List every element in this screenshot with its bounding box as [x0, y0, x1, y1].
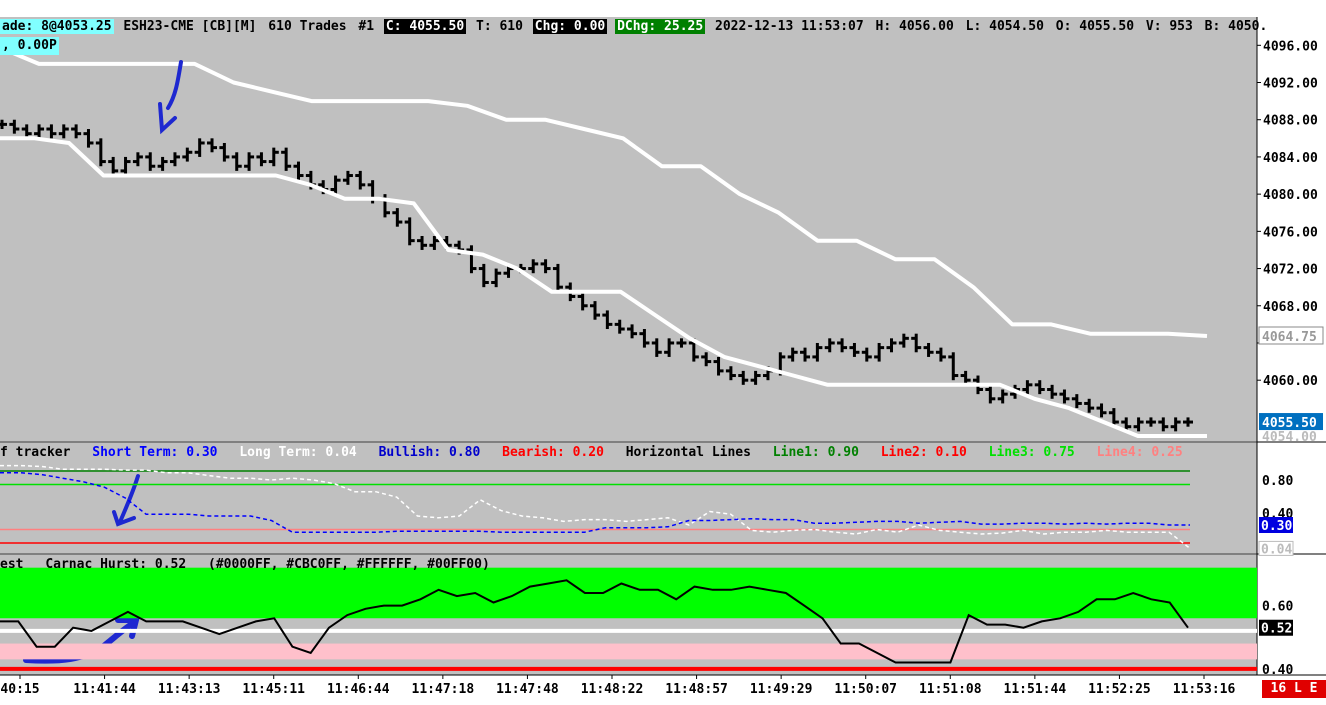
time-tick-label: 11:51:08 — [919, 682, 982, 697]
price-tick-label: 4068.00 — [1263, 300, 1318, 315]
time-tick-label: 11:41:44 — [73, 682, 136, 697]
time-tick-label: 11:46:44 — [327, 682, 390, 697]
time-tick-label: 11:52:25 — [1088, 682, 1151, 697]
time-tick-label: 11:47:48 — [496, 682, 559, 697]
last-trade-label: ade: 8@4053.25 — [0, 19, 114, 34]
symbol-label: ESH23-CME [CB][M] — [123, 19, 257, 34]
long-term-label: Long Term: 0.04 — [239, 445, 357, 460]
chart-window: 4096.00 4092.00 4088.00 4084.00 4080.00 4076.… — [0, 0, 1326, 705]
time-tick-label: 11:48:22 — [581, 682, 644, 697]
datetime-label: 2022-12-13 11:53:07 — [715, 19, 864, 34]
volume-label: V: 953 — [1145, 19, 1193, 34]
time-tick-label: 11:51:44 — [1004, 682, 1067, 697]
chg-label: Chg: 0.00 — [532, 19, 608, 34]
trades-label: 610 Trades — [268, 19, 347, 34]
lower-band-tag-text: 4054.00 — [1262, 430, 1317, 445]
upper-band-tag-text: 4064.75 — [1262, 330, 1317, 345]
num-label: #1 — [358, 19, 375, 34]
long-term-tag-text: 0.04 — [1261, 542, 1292, 557]
t-label: T: 610 — [476, 19, 523, 34]
tracker-tick-label: 0.80 — [1262, 474, 1293, 489]
line3-label: Line3: 0.75 — [988, 445, 1075, 460]
price-tick-label: 4076.00 — [1263, 225, 1318, 240]
high-label: H: 4056.00 — [875, 19, 954, 34]
time-tick-label: 11:49:29 — [750, 682, 813, 697]
time-tick-label: 40:15 — [0, 682, 39, 697]
tracker-title: f tracker — [0, 445, 71, 460]
bearish-zone — [0, 643, 1257, 660]
line4-label: Line4: 0.25 — [1096, 445, 1183, 460]
price-tick-label: 4096.00 — [1263, 39, 1318, 54]
price-tick-label: 4060.00 — [1263, 374, 1318, 389]
time-tick-label: 11:50:07 — [834, 682, 897, 697]
bid-label: B: 4050. — [1204, 19, 1268, 34]
status-badge: 16 L E — [1262, 680, 1326, 698]
price-tick-label: 4084.00 — [1263, 151, 1318, 166]
hlines-label: Horizontal Lines — [625, 445, 751, 460]
dchg-label: DChg: 25.25 — [615, 19, 706, 34]
short-term-tag-text: 0.30 — [1261, 519, 1292, 534]
time-tick-label: 11:45:11 — [242, 682, 305, 697]
open-label: O: 4055.50 — [1055, 19, 1135, 34]
price-panel-bg — [0, 17, 1257, 441]
tracker-legend: f tracker Short Term: 0.30 Long Term: 0.… — [0, 444, 1197, 461]
close-label: C: 4055.50 — [383, 19, 467, 34]
time-tick-label: 11:47:18 — [412, 682, 475, 697]
bearish-label: Bearish: 0.20 — [502, 445, 604, 460]
price-tick-label: 4088.00 — [1263, 114, 1318, 129]
time-tick-label: 11:48:57 — [665, 682, 728, 697]
line2-label: Line2: 0.10 — [880, 445, 967, 460]
price-tick-label: 4072.00 — [1263, 263, 1318, 278]
hurst-legend: est Carnac Hurst: 0.52 (#0000FF, #CBC0FF… — [0, 556, 504, 573]
line1-label: Line1: 0.90 — [772, 445, 859, 460]
bullish-label: Bullish: 0.80 — [378, 445, 481, 460]
chart-canvas[interactable]: 4096.00 4092.00 4088.00 4084.00 4080.00 4076.… — [0, 0, 1326, 705]
hurst-title: est — [0, 557, 24, 572]
price-tick-label: 4080.00 — [1263, 188, 1318, 203]
header-sub-label: , 0.00P — [0, 37, 59, 55]
low-label: L: 4054.50 — [965, 19, 1044, 34]
carnac-label: Carnac Hurst: 0.52 — [45, 557, 187, 572]
current-price-tag-text: 4055.50 — [1262, 416, 1317, 431]
colors-label: (#0000FF, #CBC0FF, #FFFFFF, #00FF00) — [208, 557, 490, 572]
time-tick-label: 11:53:16 — [1173, 682, 1236, 697]
price-tick-label: 4092.00 — [1263, 77, 1318, 92]
quote-header: ade: 8@4053.25 ESH23-CME [CB][M] 610 Tra… — [0, 17, 1269, 36]
hurst-tick-label: 0.60 — [1262, 600, 1293, 615]
hurst-tag-text: 0.52 — [1261, 622, 1292, 637]
time-tick-label: 11:43:13 — [158, 682, 221, 697]
short-term-label: Short Term: 0.30 — [92, 445, 218, 460]
hurst-tick-label: 0.40 — [1262, 663, 1293, 678]
bullish-zone — [0, 567, 1257, 619]
